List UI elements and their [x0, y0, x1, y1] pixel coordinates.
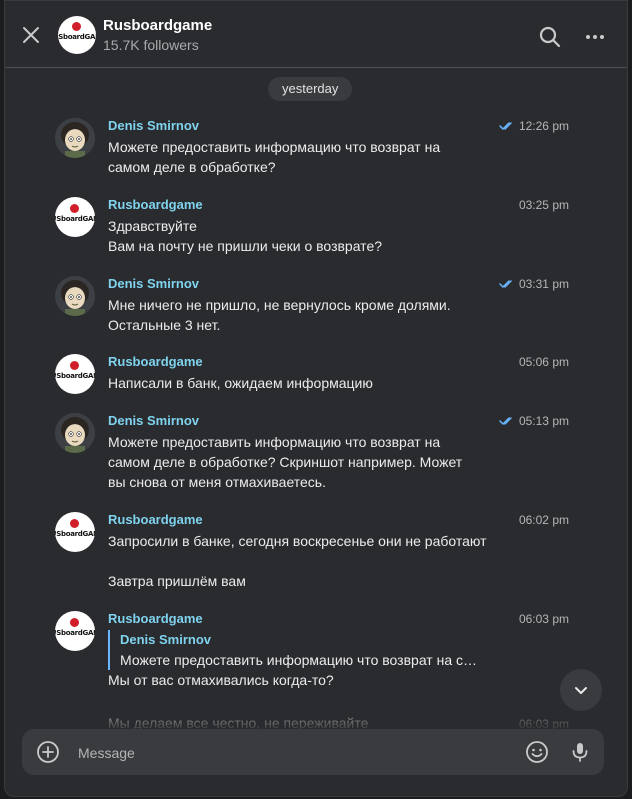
logo-dot — [70, 519, 79, 528]
search-icon[interactable] — [538, 25, 562, 49]
message-time: 03:25 pm — [518, 198, 569, 212]
sender-avatar[interactable] — [55, 413, 95, 453]
logo-dot — [70, 204, 79, 213]
sender-avatar[interactable] — [55, 118, 95, 158]
microphone-icon[interactable] — [568, 740, 592, 764]
channel-name[interactable]: Rusboardgame — [103, 17, 212, 34]
emoji-icon[interactable] — [525, 740, 549, 764]
message-composer — [22, 729, 604, 777]
double-check-icon — [499, 417, 512, 425]
avatar-logo-text: RUSboardGAME — [55, 530, 95, 538]
channel-avatar[interactable]: RUSboardGAME — [58, 16, 96, 54]
message-meta: 03:25 pm — [519, 198, 569, 212]
person-face-icon — [55, 276, 95, 316]
sender-name[interactable]: Denis Smirnov — [108, 413, 199, 428]
message-meta: 06:02 pm — [519, 513, 569, 527]
close-icon[interactable] — [19, 23, 43, 47]
message-text: Написали в банк, ожидаем информацию — [108, 375, 373, 391]
double-check-icon — [499, 122, 512, 130]
message-time: 06:03 pm — [518, 612, 569, 626]
person-face-icon — [55, 118, 95, 158]
message-text: Мы от вас отмахивались когда-то? — [108, 672, 334, 688]
sender-name[interactable]: Rusboardgame — [108, 354, 203, 369]
reply-sender: Denis Smirnov — [120, 632, 212, 647]
sender-name[interactable]: Denis Smirnov — [108, 118, 199, 133]
channel-logo-text: RUSboardGAME — [58, 33, 96, 41]
sender-avatar[interactable]: RUSboardGAME — [55, 354, 95, 394]
message-text: Мне ничего не пришло, не вернулось кроме… — [108, 297, 451, 333]
message-time: 06:02 pm — [518, 513, 569, 527]
message-meta: 06:03 pm — [519, 612, 569, 626]
double-check-icon — [499, 280, 512, 288]
message-meta: 05:13 pm — [499, 414, 569, 428]
sender-name[interactable]: Rusboardgame — [108, 611, 203, 626]
avatar-logo-text: RUSboardGAME — [55, 372, 95, 380]
reply-quote[interactable]: Denis Smirnov Можете предоставить информа… — [108, 630, 495, 670]
avatar-logo-text: RUSboardGAME — [55, 215, 95, 223]
follower-count: 15.7K followers — [103, 37, 199, 53]
message-text: Здравствуйте Вам на почту не пришли чеки… — [108, 218, 383, 254]
sender-name[interactable]: Denis Smirnov — [108, 276, 199, 291]
sender-name[interactable]: Rusboardgame — [108, 197, 203, 212]
sender-avatar[interactable]: RUSboardGAME — [55, 512, 95, 552]
chevron-down-icon[interactable] — [560, 669, 602, 711]
chat-window: RUSboardGAME Rusboardgame 15.7K follower… — [4, 0, 628, 797]
message-input[interactable] — [76, 729, 520, 777]
message-meta: 03:31 pm — [499, 277, 569, 291]
add-circle-icon[interactable] — [36, 740, 60, 764]
message-time: 03:31 pm — [518, 277, 569, 291]
date-separator: yesterday — [268, 77, 353, 101]
scroll-fade — [5, 701, 627, 731]
sender-avatar[interactable] — [55, 276, 95, 316]
person-face-icon — [55, 413, 95, 453]
sender-avatar[interactable]: RUSboardGAME — [55, 197, 95, 237]
message-time: 05:13 pm — [518, 414, 569, 428]
reply-text: Можете предоставить информацию что возвр… — [120, 652, 478, 668]
message-meta: 05:06 pm — [519, 355, 569, 369]
message-text: Можете предоставить информацию что возвр… — [108, 139, 441, 175]
avatar-logo-text: RUSboardGAME — [55, 629, 95, 637]
sender-avatar[interactable]: RUSboardGAME — [55, 611, 95, 651]
logo-dot — [72, 22, 81, 31]
more-vertical-icon[interactable] — [583, 25, 607, 49]
message-text: Запросили в банке, сегодня воскресенье о… — [108, 533, 487, 589]
message-time: 05:06 pm — [518, 355, 569, 369]
logo-dot — [70, 618, 79, 627]
logo-dot — [70, 361, 79, 370]
channel-header: RUSboardGAME Rusboardgame 15.7K follower… — [5, 1, 627, 68]
sender-name[interactable]: Rusboardgame — [108, 512, 203, 527]
message-text: Можете предоставить информацию что возвр… — [108, 434, 463, 490]
message-time: 12:26 pm — [518, 119, 569, 133]
message-meta: 12:26 pm — [499, 119, 569, 133]
